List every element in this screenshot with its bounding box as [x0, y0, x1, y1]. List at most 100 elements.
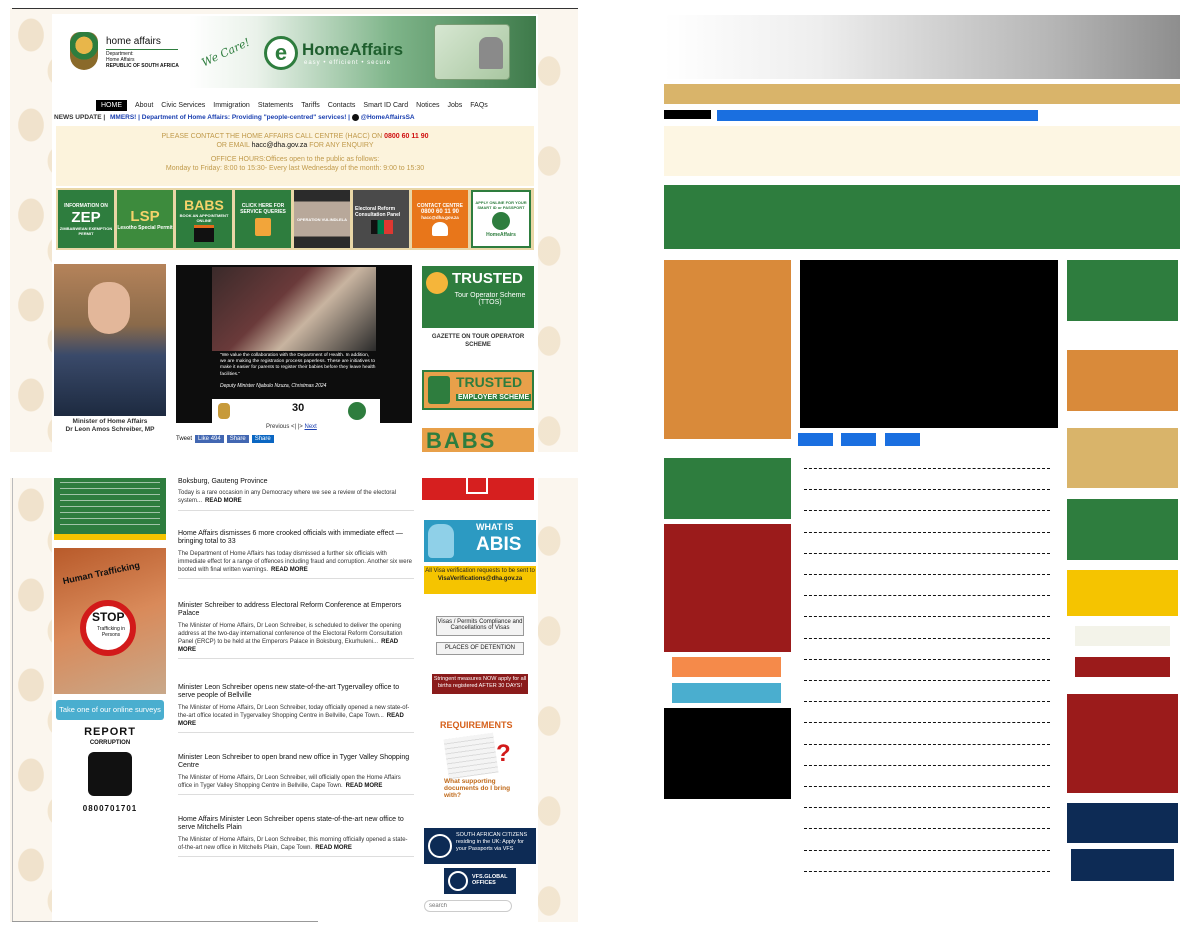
nav-item-faqs[interactable]: FAQs — [470, 102, 488, 109]
nav-item-about[interactable]: About — [135, 102, 153, 109]
employer-sub: EMPLOYER SCHEME — [456, 394, 532, 401]
wf-text-line — [804, 532, 1050, 533]
ehome-small-icon — [492, 212, 510, 230]
news-slider[interactable]: "We value the collaboration with the Dep… — [176, 265, 412, 423]
stop-text: STOP — [92, 610, 125, 624]
wf-text-line — [804, 850, 1050, 851]
info-notice-image — [54, 478, 166, 540]
news-item: Minister Schreiber to address Electoral … — [178, 602, 414, 660]
read-more-link[interactable]: READ MORE — [271, 567, 308, 573]
tile-electoral-reform[interactable]: Electoral Reform Consultation Panel — [353, 190, 409, 248]
gazette-link[interactable]: GAZETTE ON TOUR OPERATOR SCHEME — [424, 334, 532, 349]
wf-text-line — [804, 807, 1050, 808]
wf-right-green-1[interactable] — [1067, 260, 1178, 321]
wf-left-green — [664, 458, 791, 519]
news-title[interactable]: Boksburg, Gauteng Province — [178, 478, 414, 486]
news-title[interactable]: Minister Leon Schreiber opens new state-… — [178, 684, 414, 701]
news-title[interactable]: Home Affairs dismisses 6 more crooked of… — [178, 530, 414, 547]
survey-button[interactable]: Take one of our online surveys — [56, 700, 164, 720]
ttos-banner[interactable]: TRUSTED Tour Operator Scheme (TTOS) — [422, 266, 534, 328]
wf-social-button-3[interactable] — [885, 433, 920, 446]
tile-zep[interactable]: INFORMATION ON ZEP ZIMBABWEAN EXEMPTION PE… — [58, 190, 114, 248]
trusted-employer-banner[interactable]: TRUSTED EMPLOYER SCHEME — [422, 370, 534, 410]
news-title[interactable]: Minister Schreiber to address Electoral … — [178, 602, 414, 619]
tile-babs[interactable]: BABS BOOK AN APPOINTMENT ONLINE — [176, 190, 232, 248]
wf-left-red[interactable] — [664, 524, 791, 652]
visa-email[interactable]: VisaVerifications@dha.gov.za — [424, 576, 536, 584]
wf-text-line — [804, 722, 1050, 723]
nav-item-home[interactable]: HOME — [96, 100, 127, 111]
wf-right-gold[interactable] — [1067, 428, 1178, 488]
wf-service-tiles[interactable] — [664, 185, 1180, 249]
requirements-question: What supporting documents do I bring wit… — [444, 778, 511, 800]
visa-compliance-button[interactable]: Visas / Permits Compliance and Cancellat… — [436, 616, 524, 636]
places-of-detention-button[interactable]: PLACES OF DETENTION — [436, 642, 524, 655]
tile-service-queries[interactable]: CLICK HERE FOR SERVICE QUERIES — [235, 190, 291, 248]
wf-left-blue-button[interactable] — [672, 683, 781, 703]
wf-right-orange[interactable] — [1067, 350, 1178, 411]
pager-next[interactable]: Next — [304, 424, 316, 430]
vfs-uk-banner[interactable]: SOUTH AFRICAN CITIZENS residing in the U… — [424, 828, 536, 864]
vfs-offices-text: VFS.GLOBAL OFFICES — [472, 874, 508, 886]
read-more-link[interactable]: READ MORE — [346, 783, 383, 789]
wf-right-green-2[interactable] — [1067, 499, 1178, 560]
wf-text-line — [804, 871, 1050, 872]
wf-news-ticker[interactable] — [717, 110, 1038, 121]
news-title[interactable]: Home Affairs Minister Leon Schreiber ope… — [178, 816, 414, 833]
notice-line1: PLEASE CONTACT THE HOME AFFAIRS CALL CEN… — [161, 133, 383, 140]
notice-email[interactable]: hacc@dha.gov.za — [252, 142, 308, 149]
requirements-banner[interactable]: REQUIREMENTS ? What supporting documents… — [440, 718, 522, 804]
nav-item-notices[interactable]: Notices — [416, 102, 439, 109]
wf-right-red-small[interactable] — [1075, 657, 1170, 677]
slider-attribution: Deputy Minister Njabulo Nzuza, Christmas… — [220, 383, 327, 389]
nav-item-immigration[interactable]: Immigration — [213, 102, 250, 109]
nav-item-statements[interactable]: Statements — [258, 102, 293, 109]
search-input[interactable] — [424, 900, 512, 912]
news-summary: The Department of Home Affairs has today… — [178, 550, 414, 574]
tile-lsp[interactable]: LSP Lesotho Special Permit — [117, 190, 173, 248]
wf-right-navy-1[interactable] — [1067, 803, 1178, 843]
facebook-share-button[interactable]: Share — [226, 435, 249, 443]
babs-banner[interactable]: BABS — [422, 428, 534, 452]
wf-right-red-large[interactable] — [1067, 694, 1178, 793]
nav-item-tariffs[interactable]: Tariffs — [301, 102, 320, 109]
nav-item-jobs[interactable]: Jobs — [448, 102, 463, 109]
wf-left-orange-button[interactable] — [672, 657, 781, 677]
wf-left-black[interactable] — [664, 708, 791, 799]
tile-operation-vulindlela[interactable]: OPERATION VULINDLELA — [294, 190, 350, 248]
ehome-tagline: easy • efficient • secure — [304, 60, 392, 66]
tile-contact-centre[interactable]: CONTACT CENTRE 0800 60 11 90 hacc@dha.gov.… — [412, 190, 468, 248]
slider-logo-strip: 30 — [212, 399, 380, 423]
wf-slider[interactable] — [800, 260, 1058, 428]
stringent-measures-banner[interactable]: Stringent measures NOW apply for all bir… — [432, 674, 528, 694]
nav-item-contacts[interactable]: Contacts — [328, 102, 356, 109]
vfs-offices-banner[interactable]: VFS.GLOBAL OFFICES — [444, 868, 516, 894]
human-trafficking-banner[interactable]: Human Trafficking STOP Trafficking in Pe… — [54, 548, 166, 694]
nav-item-smart-id-card[interactable]: Smart ID Card — [363, 102, 408, 109]
abis-banner[interactable]: WHAT IS ABIS — [424, 520, 536, 562]
pager-previous[interactable]: Previous — [266, 424, 289, 430]
wf-right-light[interactable] — [1075, 626, 1170, 646]
red-banner[interactable] — [422, 478, 534, 500]
read-more-link[interactable]: READ MORE — [205, 498, 242, 504]
wf-social-button-2[interactable] — [841, 433, 876, 446]
nav-item-civic-services[interactable]: Civic Services — [161, 102, 205, 109]
vfs-uk-text: SOUTH AFRICAN CITIZENS residing in the U… — [456, 832, 528, 853]
main-nav: HOME About Civic Services Immigration Statem… — [92, 94, 532, 111]
read-more-link[interactable]: READ MORE — [315, 845, 352, 851]
news-update-text[interactable]: MMERS! | Department of Home Affairs: Pro… — [110, 114, 350, 121]
calendar-icon — [194, 224, 214, 242]
twitter-handle[interactable]: @HomeAffairsSA — [361, 114, 415, 121]
documents-stack-icon — [443, 732, 499, 780]
phone-icon[interactable] — [88, 752, 132, 796]
wf-right-navy-2[interactable] — [1071, 849, 1174, 881]
wf-text-line — [804, 744, 1050, 745]
facebook-like-button[interactable]: Like 494 — [195, 435, 224, 443]
news-item: Home Affairs dismisses 6 more crooked of… — [178, 530, 414, 580]
news-title[interactable]: Minister Leon Schreiber to open brand ne… — [178, 754, 414, 771]
linkedin-share-button[interactable]: Share — [251, 435, 274, 443]
wf-social-button-1[interactable] — [798, 433, 833, 446]
report-phone[interactable]: 0800701701 — [54, 804, 166, 813]
tweet-button[interactable]: Tweet — [176, 436, 192, 442]
tile-apply-online[interactable]: APPLY ONLINE FOR YOUR SMART ID or PASSPO… — [471, 190, 531, 248]
